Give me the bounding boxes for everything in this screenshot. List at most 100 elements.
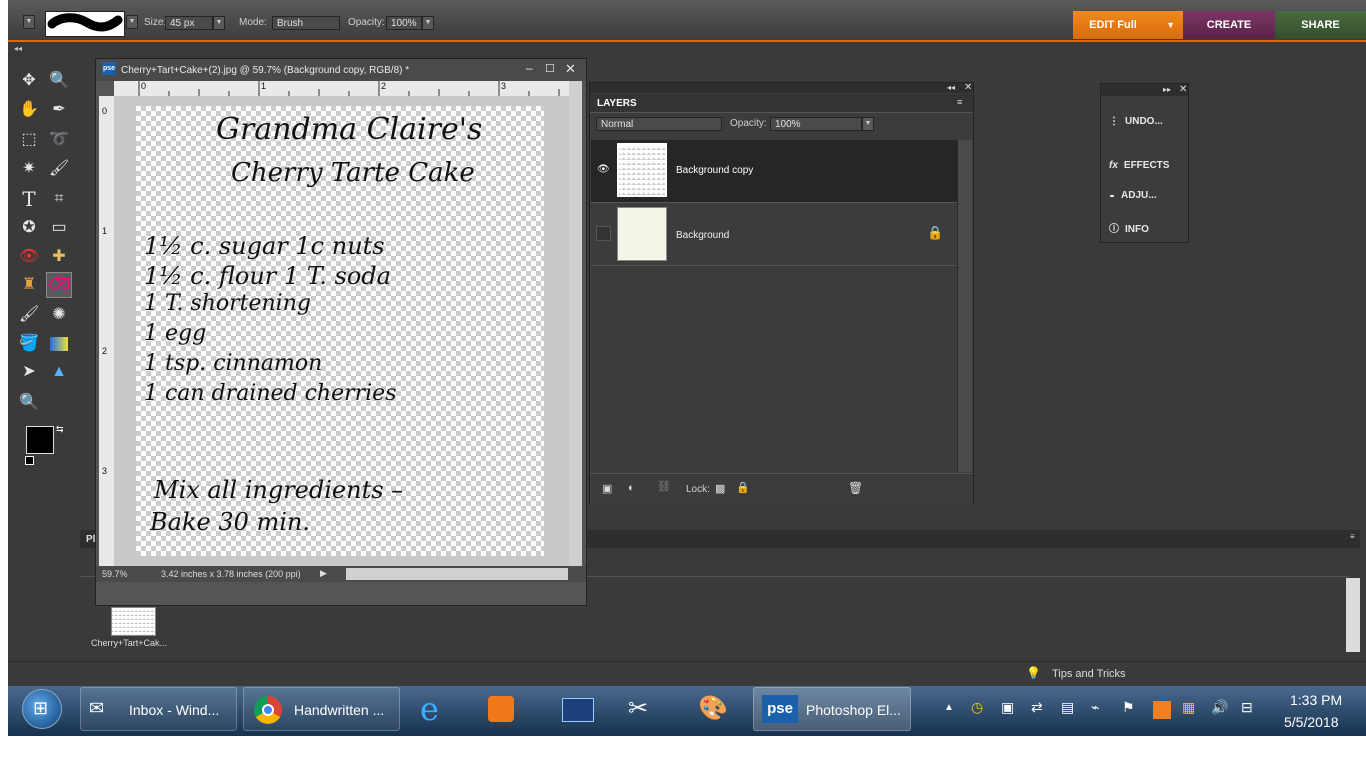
magic-wand-tool-icon[interactable]: ✷ <box>16 156 42 182</box>
clock-time[interactable]: 1:33 PM <box>1290 692 1342 708</box>
start-button[interactable]: ⊞ <box>22 689 62 729</box>
move-tool-icon[interactable]: ✥ <box>16 68 42 94</box>
tray-sync-icon[interactable]: ⇄ <box>1031 699 1043 716</box>
layer-opacity-label: Opacity: <box>730 118 767 129</box>
brush-dropdown-arrow[interactable]: ▼ <box>126 15 138 29</box>
status-menu-arrow-icon[interactable]: ▶ <box>320 568 327 579</box>
app-status-bar: 💡 Tips and Tricks <box>8 661 1366 687</box>
layers-scrollbar[interactable] <box>957 140 972 472</box>
share-button[interactable]: SHARE <box>1275 11 1366 39</box>
smart-brush-tool-icon[interactable]: ✺ <box>46 302 72 328</box>
brush-preview[interactable] <box>45 11 125 37</box>
bin-thumbnail[interactable] <box>111 607 156 636</box>
ruler-top: 0 1 2 3 <box>114 81 569 96</box>
default-colors-icon[interactable] <box>25 456 34 465</box>
internet-explorer-icon[interactable]: e <box>420 690 439 728</box>
tool-preset-dropdown[interactable]: ▼ <box>23 15 35 29</box>
palette-expand-icon[interactable]: ▸▸ <box>1163 85 1171 94</box>
taskbar-item-chrome[interactable]: Handwritten ... <box>243 687 400 731</box>
panel-menu-icon[interactable]: ≡ <box>957 97 962 107</box>
collapse-toolbox-icon[interactable]: ◂◂ <box>14 44 22 53</box>
crop-tool-icon[interactable]: ⌗ <box>46 186 72 212</box>
lock-transparency-icon[interactable]: ▩ <box>715 482 725 495</box>
show-hidden-icons[interactable]: ▲ <box>944 702 954 713</box>
layer-opacity-field[interactable]: 100% <box>770 117 862 131</box>
tray-usb-icon[interactable]: ⌁ <box>1091 699 1099 716</box>
info-button[interactable]: ⓘ INFO <box>1109 220 1149 235</box>
create-button[interactable]: CREATE <box>1183 11 1275 39</box>
network-monitor-icon[interactable]: ⊟ <box>1241 699 1253 716</box>
taskbar-item-photoshop[interactable]: pse Photoshop El... <box>753 687 911 731</box>
straighten-tool-icon[interactable]: ▭ <box>46 215 72 241</box>
red-eye-tool-icon[interactable]: 👁 <box>16 244 42 270</box>
mode-select[interactable]: Brush <box>272 16 340 30</box>
close-icon[interactable]: ✕ <box>565 61 576 77</box>
edit-full-button[interactable]: EDIT Full ▼ <box>1073 11 1183 39</box>
lock-all-icon[interactable]: 🔒 <box>736 481 750 494</box>
tips-and-tricks-link[interactable]: Tips and Tricks <box>1052 668 1126 680</box>
lasso-tool-icon[interactable]: ➰ <box>46 127 72 153</box>
sponge-tool-icon[interactable]: 🔍 <box>16 390 42 416</box>
adjustments-button[interactable]: ◒ ADJU... <box>1109 190 1157 201</box>
healing-brush-tool-icon[interactable]: ✚ <box>46 244 72 270</box>
wave-app-icon[interactable] <box>562 698 594 722</box>
horizontal-scrollbar[interactable] <box>346 568 568 580</box>
layers-close-icon[interactable]: ✕ <box>964 82 972 93</box>
layer-row-background[interactable]: Background 🔒 <box>591 203 957 266</box>
document-titlebar[interactable]: pse Cherry+Tart+Cake+(2).jpg @ 59.7% (Ba… <box>96 59 586 81</box>
volume-icon[interactable]: 🔊 <box>1211 699 1228 716</box>
size-field[interactable]: 45 px <box>165 16 213 30</box>
hand-tool-icon[interactable]: ✋ <box>16 97 42 123</box>
maximize-icon[interactable]: ☐ <box>545 62 555 75</box>
tray-battery-icon[interactable]: ▤ <box>1061 699 1074 716</box>
canvas-image[interactable]: Grandma Claire's Cherry Tarte Cake 1½ c.… <box>136 106 544 556</box>
flag-icon[interactable]: ⚑ <box>1122 699 1135 716</box>
undo-history-button[interactable]: ⋮ UNDO... <box>1109 116 1163 127</box>
bin-menu-icon[interactable]: ≡ <box>1350 532 1355 541</box>
swap-colors-icon[interactable]: ⇆ <box>56 424 64 435</box>
foreground-color-swatch[interactable] <box>26 426 54 454</box>
eraser-tool-icon[interactable]: ⌫ <box>46 272 72 298</box>
clone-stamp-tool-icon[interactable]: ♜ <box>16 272 42 298</box>
zoom-tool-icon[interactable]: 🔍 <box>46 68 72 94</box>
layer-opacity-arrow[interactable]: ▼ <box>862 117 874 131</box>
paint-bucket-tool-icon[interactable]: 🪣 <box>16 331 42 357</box>
size-dropdown-arrow[interactable]: ▼ <box>213 16 225 30</box>
clock-date[interactable]: 5/5/2018 <box>1284 714 1339 730</box>
effects-button[interactable]: fx EFFECTS <box>1109 160 1169 171</box>
link-icon[interactable]: ⛓ <box>657 480 671 493</box>
cookie-cutter-tool-icon[interactable]: ✪ <box>16 215 42 241</box>
eyedropper-tool-icon[interactable]: ✒ <box>46 97 72 123</box>
opacity-label: Opacity: <box>348 17 385 28</box>
tray-folder-icon[interactable]: ▦ <box>1182 699 1195 716</box>
layer-row-background-copy[interactable]: 👁 Background copy <box>591 140 957 203</box>
tray-network-icon[interactable]: ▣ <box>1001 699 1014 716</box>
snipping-tool-icon[interactable]: ✂ <box>628 694 648 723</box>
panel-collapse-icon[interactable]: ◂◂ <box>947 83 955 92</box>
palette-close-icon[interactable]: ✕ <box>1179 84 1187 95</box>
marquee-tool-icon[interactable]: ⬚ <box>16 127 42 153</box>
opacity-field[interactable]: 100% <box>386 16 422 30</box>
brush-tool-icon[interactable]: 🖌 <box>16 302 42 328</box>
shape-selection-tool-icon[interactable]: ➤ <box>16 359 42 385</box>
gradient-tool-icon[interactable] <box>46 331 72 357</box>
tray-clock-app-icon[interactable]: ◷ <box>971 699 983 716</box>
opacity-dropdown-arrow[interactable]: ▼ <box>422 16 434 30</box>
layers-panel: ◂◂ ✕ LAYERS ≡ Normal Opacity: 100% ▼ 👁 B… <box>589 82 974 504</box>
adjustment-layer-icon[interactable]: ◐ <box>628 482 635 494</box>
trash-icon[interactable]: 🗑 <box>848 481 863 495</box>
blend-mode-select[interactable]: Normal <box>596 117 722 131</box>
quick-selection-tool-icon[interactable]: 🖌 <box>46 156 72 182</box>
vertical-scrollbar[interactable] <box>569 81 582 566</box>
eye-icon[interactable]: 👁 <box>597 164 610 175</box>
minimize-icon[interactable]: – <box>526 61 533 75</box>
media-player-icon[interactable] <box>488 696 514 722</box>
bin-scrollbar[interactable] <box>1346 578 1360 652</box>
new-layer-icon[interactable]: ▣ <box>602 482 612 495</box>
taskbar-item-inbox[interactable]: ✉ Inbox - Wind... <box>80 687 237 731</box>
tray-office-icon[interactable] <box>1153 701 1171 719</box>
paint-icon[interactable]: 🎨 <box>698 694 728 723</box>
visibility-toggle[interactable] <box>596 226 611 241</box>
type-tool-icon[interactable]: T <box>16 186 42 212</box>
blur-tool-icon[interactable]: ▲ <box>46 359 72 385</box>
